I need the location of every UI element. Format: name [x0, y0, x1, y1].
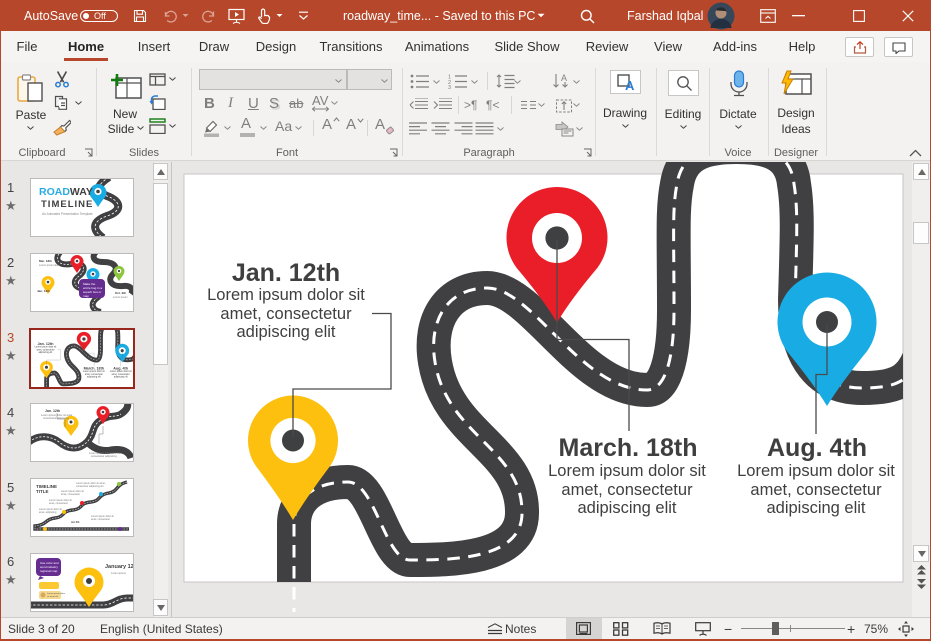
svg-text:Aug. 4th: Aug. 4th — [113, 367, 128, 371]
svg-text:3: 3 — [448, 85, 451, 89]
svg-text:amet, consectetur: amet, consectetur — [91, 518, 110, 521]
svg-text:Jul. 6th: Jul. 6th — [71, 521, 80, 524]
svg-text:Jan. 12th: Jan. 12th — [37, 289, 50, 293]
svg-text:Lorem ipsum: Lorem ipsum — [113, 296, 127, 299]
svg-text:An Animated Presentation Templ: An Animated Presentation Template — [42, 212, 93, 216]
svg-text:Oct. 9th: Oct. 9th — [115, 291, 126, 295]
svg-text:March. 18th: March. 18th — [84, 367, 104, 371]
svg-text:consectetur adipiscing elit: consectetur adipiscing elit — [76, 485, 104, 488]
svg-text:amet, consectetur: amet, consectetur — [85, 373, 103, 376]
svg-text:ROADWAY: ROADWAY — [39, 186, 93, 198]
svg-text:January 12th: January 12th — [105, 564, 133, 570]
svg-text:amet, consectetur: amet, consectetur — [49, 502, 68, 505]
svg-text:March. 18th: March. 18th — [91, 447, 110, 451]
svg-text:Lorem ipsum dolor: Lorem ipsum dolor — [47, 592, 65, 595]
svg-text:Lorem ipsum dolor sit: Lorem ipsum dolor sit — [110, 370, 132, 373]
svg-text:Lorem ipsum dolor sit: Lorem ipsum dolor sit — [83, 370, 105, 373]
svg-text:amet, consectetur: amet, consectetur — [112, 373, 130, 376]
svg-text:amet, consectetur: amet, consectetur — [61, 493, 80, 496]
svg-text:A: A — [561, 73, 567, 83]
svg-text:amet, adipiscing: amet, adipiscing — [39, 511, 57, 514]
svg-text:regional map: regional map — [40, 569, 58, 573]
svg-text:Jan. 12th: Jan. 12th — [37, 342, 53, 346]
svg-text:Jan. 12th: Jan. 12th — [45, 409, 60, 413]
svg-text:Mar. 18th: Mar. 18th — [39, 259, 52, 263]
svg-text:sit amet elit: sit amet elit — [47, 595, 58, 598]
svg-text:A: A — [625, 78, 635, 92]
svg-text:Lorem ipsum: Lorem ipsum — [111, 571, 126, 575]
svg-text:TIMELINE: TIMELINE — [41, 199, 93, 210]
svg-text:map: map — [83, 294, 89, 298]
svg-text:Lorem ipsum dolor: Lorem ipsum dolor — [39, 264, 60, 267]
svg-text:consectetur adipiscing: consectetur adipiscing — [91, 454, 117, 458]
svg-text:consectetur adipiscing: consectetur adipiscing — [43, 416, 69, 420]
svg-text:amet, consectetur: amet, consectetur — [36, 348, 54, 351]
svg-text:TITLE: TITLE — [36, 489, 49, 494]
